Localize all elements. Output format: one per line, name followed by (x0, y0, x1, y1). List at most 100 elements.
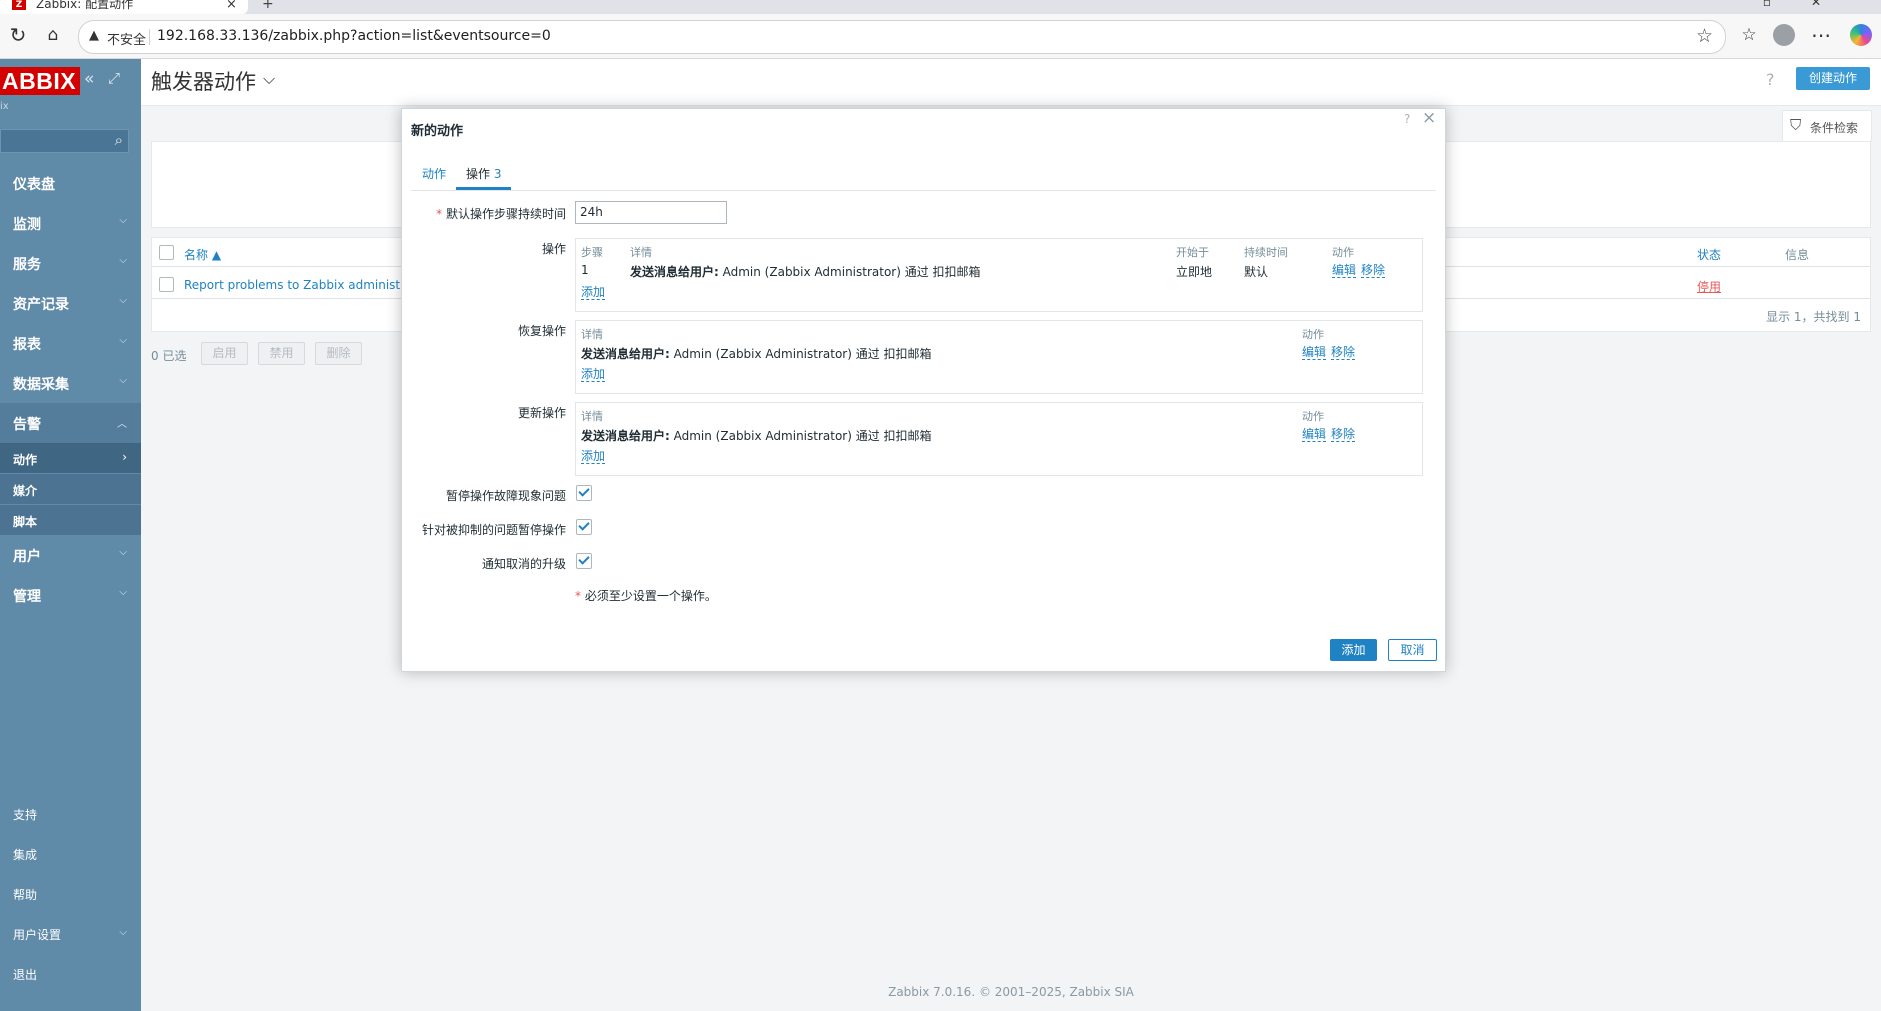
chevron-up-icon: ︿ (117, 419, 127, 430)
required-operation-note: * 必须至少设置一个操作。 (575, 587, 717, 604)
sidebar-item-services[interactable]: 服务 ⌵ (0, 243, 141, 283)
cancel-button[interactable]: 取消 (1388, 639, 1437, 661)
profile-avatar[interactable] (1773, 24, 1795, 46)
sidebar-subitem-label: 媒介 (13, 484, 38, 498)
pause-suppressed-checkbox[interactable] (576, 519, 592, 535)
column-header-info: 信息 (1785, 248, 1810, 262)
chevron-down-icon: ⌵ (119, 547, 127, 558)
add-recovery-link[interactable]: 添加 (581, 367, 606, 382)
filter-tab[interactable]: ⛉ 条件检索 (1782, 110, 1872, 142)
action-name-link[interactable]: Report problems to Zabbix administrators (184, 278, 436, 292)
row-checkbox[interactable] (159, 277, 174, 292)
address-bar[interactable]: ▲ 不安全 192.168.33.136/zabbix.php?action=l… (78, 20, 1726, 54)
sidebar-item-sign-out[interactable]: 退出 (0, 958, 141, 988)
close-tab-icon[interactable]: × (226, 0, 237, 12)
edit-update-link[interactable]: 编辑 (1302, 427, 1327, 442)
sidebar-item-monitoring[interactable]: 监测 ⌵ (0, 203, 141, 243)
details-text: Admin (Zabbix Administrator) 通过 扣扣邮箱 (669, 429, 932, 443)
pause-symptoms-label: 暂停操作故障现象问题 (445, 489, 566, 503)
close-icon[interactable]: × (1422, 108, 1436, 128)
add-update-link[interactable]: 添加 (581, 449, 606, 464)
kiosk-mode-icon[interactable]: ⤢ (108, 69, 120, 87)
chevron-down-icon: ⌵ (119, 335, 127, 346)
add-button[interactable]: 添加 (1330, 639, 1377, 661)
default-duration-input[interactable]: 24h (575, 201, 727, 224)
status-toggle[interactable]: 停用 (1697, 278, 1721, 295)
column-header-status[interactable]: 状态 (1697, 246, 1721, 263)
column-header-action: 动作 (1302, 328, 1324, 341)
chevron-down-icon: ⌵ (119, 255, 127, 266)
warning-icon[interactable]: ▲ (89, 28, 99, 43)
page-title[interactable]: 触发器动作 (151, 66, 256, 96)
sidebar-item-alerts[interactable]: 告警 ︿ (0, 403, 141, 443)
sidebar-subitem-media[interactable]: 媒介 (0, 474, 141, 504)
security-label[interactable]: 不安全 (107, 29, 146, 48)
sidebar-item-support[interactable]: 支持 (0, 798, 141, 828)
chevron-down-icon[interactable]: ⌵ (263, 69, 275, 89)
help-icon[interactable]: ? (1404, 112, 1410, 126)
delete-button[interactable]: 删除 (315, 342, 362, 365)
notify-cancelled-checkbox[interactable] (576, 553, 592, 569)
window-controls[interactable]: ▫✕ (1763, 0, 1861, 9)
reload-icon[interactable]: ↻ (6, 23, 30, 47)
home-icon[interactable]: ⌂ (41, 23, 65, 47)
column-header-name[interactable]: 名称 ▲ (184, 246, 221, 263)
collapse-sidebar-icon[interactable]: « (84, 69, 94, 89)
tab-action[interactable]: 动作 (422, 165, 446, 187)
browser-tabstrip: Z Zabbix: 配置动作 × + ▫✕ (0, 0, 1881, 14)
sidebar-subitem-actions[interactable]: 动作 › (0, 443, 141, 473)
update-operations-label: 更新操作 (517, 406, 566, 420)
details-text: Admin (Zabbix Administrator) 通过 扣扣邮箱 (669, 347, 932, 361)
search-icon[interactable]: ⌕ (115, 131, 123, 149)
enable-button[interactable]: 启用 (201, 342, 248, 365)
zabbix-logo[interactable]: ABBIX (0, 67, 81, 95)
dialog-title: 新的动作 (411, 124, 464, 139)
column-header-details: 详情 (630, 246, 652, 259)
details-bold: 发送消息给用户: (581, 347, 670, 361)
favorites-icon[interactable]: ☆ (1737, 23, 1761, 47)
sidebar-item-integrations[interactable]: 集成 (0, 838, 141, 868)
more-menu-icon[interactable]: ⋯ (1809, 23, 1833, 47)
edit-recovery-link[interactable]: 编辑 (1302, 345, 1327, 360)
url-text[interactable]: 192.168.33.136/zabbix.php?action=list&ev… (157, 28, 551, 44)
favorite-star-icon[interactable]: ☆ (1696, 25, 1713, 47)
new-tab-button[interactable]: + (262, 0, 274, 12)
update-operations-table: 详情 动作 发送消息给用户: Admin (Zabbix Administrat… (575, 402, 1423, 476)
remove-recovery-link[interactable]: 移除 (1331, 345, 1356, 360)
sidebar-item-label: 仪表盘 (13, 177, 55, 193)
browser-tab-title: Zabbix: 配置动作 (36, 0, 134, 11)
sidebar-item-inventory[interactable]: 资产记录 ⌵ (0, 283, 141, 323)
copilot-icon[interactable] (1850, 24, 1872, 46)
select-all-checkbox[interactable] (159, 245, 174, 260)
sidebar-item-label: 告警 (13, 417, 41, 433)
edit-operation-link[interactable]: 编辑 (1332, 263, 1357, 278)
paging-info: 显示 1，共找到 1 (1766, 310, 1861, 324)
column-header-duration: 持续时间 (1244, 246, 1288, 259)
tab-operations[interactable]: 操作 3 (456, 165, 512, 190)
remove-operation-link[interactable]: 移除 (1361, 263, 1386, 278)
sidebar-item-reports[interactable]: 报表 ⌵ (0, 323, 141, 363)
sidebar-subitem-scripts[interactable]: 脚本 (0, 505, 141, 535)
pause-symptoms-checkbox[interactable] (576, 485, 592, 501)
remove-update-link[interactable]: 移除 (1331, 427, 1356, 442)
sidebar-item-users[interactable]: 用户 ⌵ (0, 535, 141, 575)
sidebar-item-label: 支持 (13, 808, 38, 822)
recovery-operations-table: 详情 动作 发送消息给用户: Admin (Zabbix Administrat… (575, 320, 1423, 394)
create-action-button[interactable]: 创建动作 (1796, 67, 1870, 90)
sidebar-item-data-collection[interactable]: 数据采集 ⌵ (0, 363, 141, 403)
browser-tab[interactable]: Z Zabbix: 配置动作 × (0, 0, 248, 14)
help-icon[interactable]: ? (1766, 70, 1775, 89)
sidebar-item-help[interactable]: 帮助 (0, 878, 141, 908)
sidebar-item-user-settings[interactable]: 用户设置 ⌵ (0, 918, 141, 948)
operation-duration: 默认 (1244, 265, 1269, 279)
required-mark: * (436, 207, 443, 221)
chevron-down-icon: ⌵ (119, 215, 127, 226)
sidebar-item-label: 用户 (13, 549, 41, 565)
sidebar-item-administration[interactable]: 管理 ⌵ (0, 575, 141, 615)
tab-count-badge: 3 (493, 167, 502, 181)
sidebar-search-input[interactable]: ⌕ (0, 129, 129, 153)
sidebar-item-dashboard[interactable]: 仪表盘 (0, 163, 141, 203)
sidebar: ABBIX ix « ⤢ ⌕ 仪表盘 监测 ⌵ 服务 ⌵ 资产记录 ⌵ 报表 ⌵… (0, 59, 141, 1011)
add-operation-link[interactable]: 添加 (581, 285, 606, 300)
disable-button[interactable]: 禁用 (258, 342, 305, 365)
